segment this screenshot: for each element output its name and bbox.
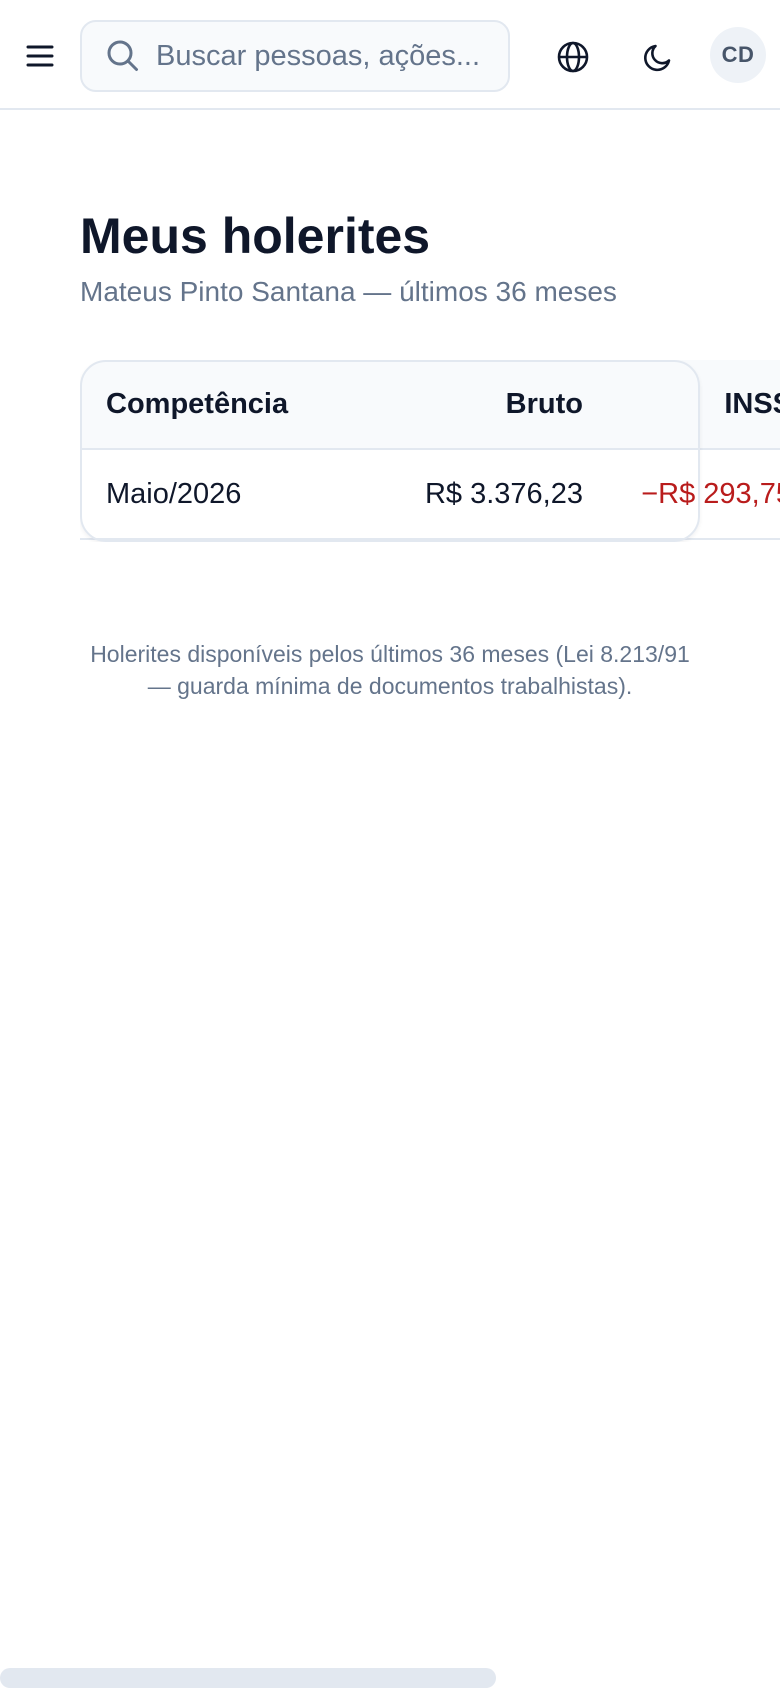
payslip-table: Competência Bruto INSS Maio/2026 R$ 3.37… xyxy=(80,360,780,542)
search-box[interactable] xyxy=(80,20,510,92)
menu-icon xyxy=(26,45,54,67)
retention-footnote: Holerites disponíveis pelos últimos 36 m… xyxy=(90,641,690,699)
table-header: Competência Bruto INSS xyxy=(80,360,780,450)
search-icon xyxy=(107,40,138,71)
column-header-bruto: Bruto xyxy=(505,388,583,420)
globe-icon xyxy=(557,41,589,73)
cell-competencia: Maio/2026 xyxy=(106,478,242,510)
language-button[interactable] xyxy=(552,36,594,78)
horizontal-scrollbar[interactable] xyxy=(0,1668,496,1688)
page-subtitle: Mateus Pinto Santana — últimos 36 meses xyxy=(80,276,617,307)
column-header-inss: INSS xyxy=(724,388,780,420)
top-bar: CD xyxy=(0,0,780,110)
theme-toggle-button[interactable] xyxy=(637,36,679,78)
avatar[interactable]: CD xyxy=(710,27,766,83)
cell-inss: −R$ 293,75 xyxy=(641,478,780,510)
cell-bruto: R$ 3.376,23 xyxy=(424,478,583,510)
search-input[interactable] xyxy=(156,39,496,73)
page-title: Meus holerites xyxy=(80,208,431,264)
table-row[interactable]: Maio/2026 R$ 3.376,23 −R$ 293,75 − xyxy=(80,450,780,540)
column-header-competencia: Competência xyxy=(106,388,289,420)
menu-button[interactable] xyxy=(20,36,60,76)
moon-icon xyxy=(644,44,671,72)
